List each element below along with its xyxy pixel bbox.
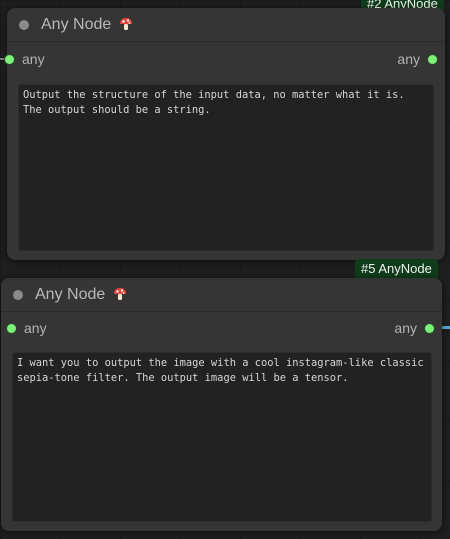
collapse-dot-icon[interactable]	[19, 19, 29, 30]
output-slot[interactable]: any	[397, 51, 445, 67]
node-header[interactable]: Any Node	[7, 8, 445, 42]
prompt-textarea[interactable]: Output the structure of the input data, …	[18, 84, 434, 251]
mushroom-icon	[114, 287, 127, 300]
output-slot-dot[interactable]	[425, 323, 434, 333]
prompt-textarea[interactable]: I want you to output the image with a co…	[12, 352, 432, 522]
slot-row: any any	[1, 318, 442, 338]
node-header[interactable]: Any Node	[1, 278, 442, 312]
node-5[interactable]: Any Node any any I want you to output th…	[1, 278, 442, 531]
node-title: Any Node	[41, 15, 112, 33]
mushroom-icon	[120, 17, 133, 30]
input-label: any	[22, 51, 45, 67]
output-slot-dot[interactable]	[428, 54, 437, 64]
input-slot-dot[interactable]	[7, 323, 16, 333]
slot-row: any any	[5, 49, 445, 69]
collapse-dot-icon[interactable]	[13, 289, 23, 300]
output-label: any	[394, 320, 417, 336]
input-label: any	[24, 320, 47, 336]
input-slot-dot[interactable]	[5, 54, 14, 64]
input-slot[interactable]: any	[5, 51, 45, 67]
node-badge-5: #5 AnyNode	[355, 259, 438, 280]
input-slot[interactable]: any	[1, 320, 47, 336]
node-2[interactable]: Any Node any any Output the structure of…	[5, 8, 445, 260]
output-slot[interactable]: any	[394, 320, 442, 336]
output-label: any	[397, 51, 420, 67]
node-title: Any Node	[35, 285, 106, 303]
